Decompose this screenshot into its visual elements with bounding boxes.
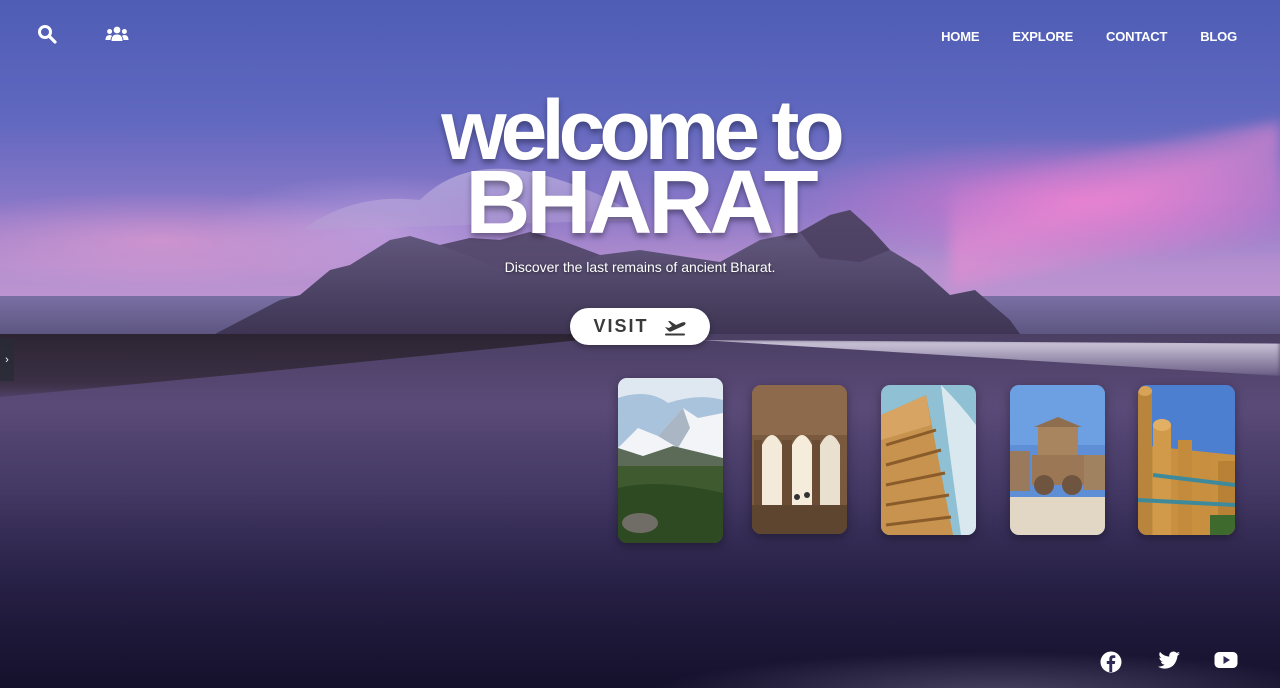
nav-contact[interactable]: CONTACT [1106,29,1167,44]
nav-blog[interactable]: BLOG [1200,29,1237,44]
card-carved-temple-tower[interactable] [881,385,976,535]
chevron-right-icon: › [5,354,9,366]
nav-home[interactable]: HOME [941,29,979,44]
plane-departure-icon [664,320,686,335]
facebook-icon[interactable] [1100,651,1124,675]
main-nav: HOME EXPLORE CONTACT BLOG [941,29,1237,44]
card-stone-pillared-hall[interactable] [752,385,847,534]
visit-button[interactable]: VISIT [570,308,710,345]
youtube-icon[interactable] [1214,651,1238,675]
hero-tagline: Discover the last remains of ancient Bha… [504,259,776,275]
card-stone-chariot[interactable] [1010,385,1105,535]
twitter-icon[interactable] [1157,651,1181,675]
nav-explore[interactable]: EXPLORE [1012,29,1073,44]
side-panel-toggle[interactable]: › [0,339,14,381]
hero-heading-line2: BHARAT [465,153,818,253]
card-fort-palace[interactable] [1138,385,1235,535]
visit-label: VISIT [593,316,649,336]
search-icon[interactable] [37,24,61,48]
card-snow-mountain[interactable] [618,378,723,543]
users-icon[interactable] [105,24,131,48]
